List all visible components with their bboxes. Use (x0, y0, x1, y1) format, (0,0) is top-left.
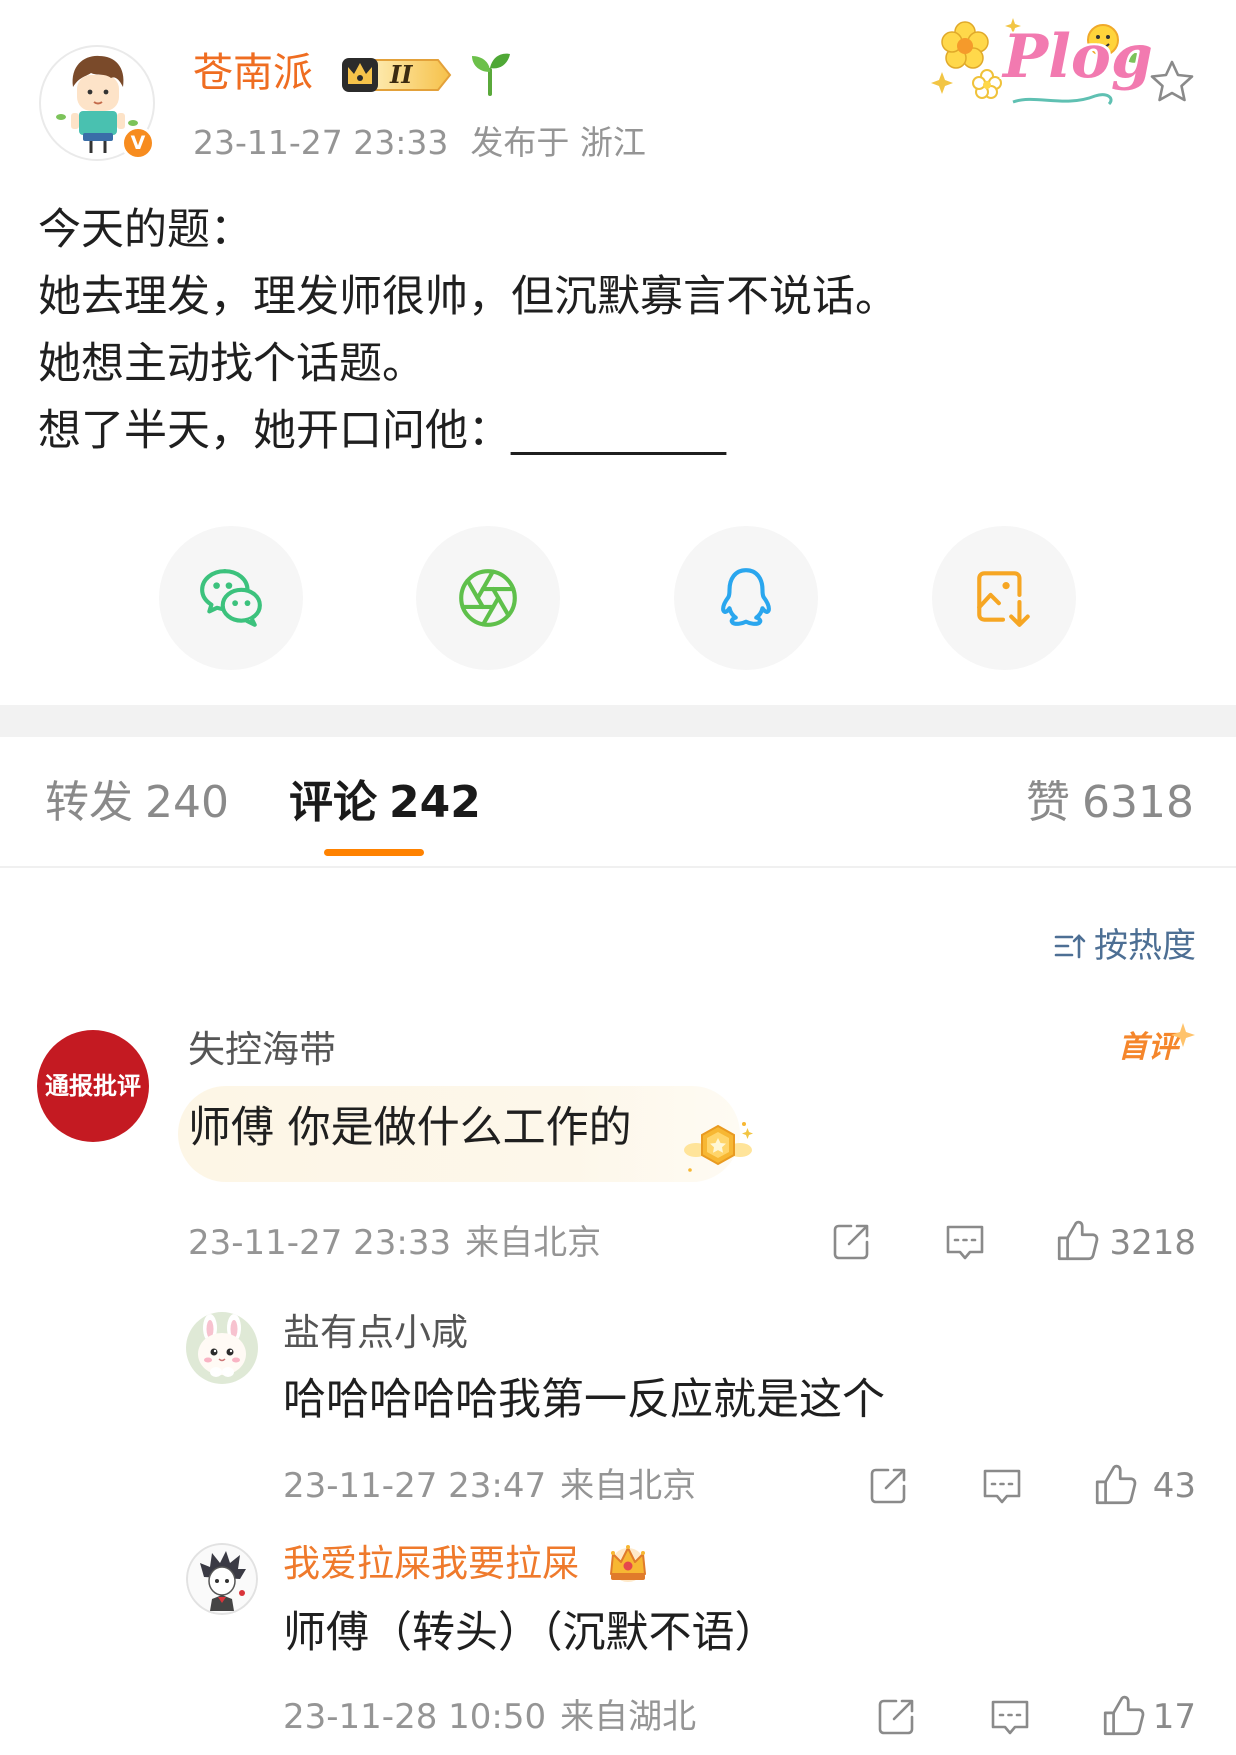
reply-time: 23-11-27 23:47 (283, 1466, 547, 1506)
moments-icon (459, 569, 517, 627)
bunny-avatar-icon (186, 1312, 258, 1384)
active-tab-indicator (324, 849, 424, 856)
like-button[interactable] (1054, 1218, 1100, 1264)
forward-icon (833, 1224, 869, 1260)
crown-icon (605, 1540, 651, 1586)
reply-text: 哈哈哈哈哈我第一反应就是这个 (283, 1375, 885, 1425)
medal-icon (682, 1112, 754, 1178)
tab-repost[interactable]: 转发 240 (45, 777, 229, 829)
comment-icon (991, 1700, 1029, 1735)
first-comment-badge: 首评 (1112, 1022, 1196, 1072)
like-count[interactable]: 43 (1153, 1466, 1196, 1506)
forward-button[interactable] (829, 1220, 873, 1264)
tab-like-count: 6318 (1082, 777, 1194, 828)
reply-button[interactable] (943, 1220, 987, 1264)
share-moments-button[interactable] (416, 526, 560, 670)
reply-text: 师傅（转头）（沉默不语） (283, 1608, 778, 1658)
avatar-text: 通报批评 (45, 1072, 141, 1100)
star-icon (1150, 60, 1194, 102)
comment-text: 师傅 你是做什么工作的 (188, 1103, 632, 1153)
comment-source: 来自北京 (465, 1223, 602, 1263)
comment-icon (983, 1469, 1021, 1504)
reply-avatar[interactable] (186, 1312, 258, 1384)
tab-comment-count: 242 (389, 777, 481, 828)
level-text: II (390, 60, 413, 89)
reply-meta: 23-11-27 23:47 来自北京 (283, 1466, 696, 1506)
like-button[interactable] (1100, 1693, 1146, 1739)
reply-source: 来自湖北 (560, 1697, 697, 1737)
post-meta: 23-11-27 23:33 发布于 浙江 (193, 123, 646, 163)
sort-icon (1054, 934, 1086, 959)
like-button[interactable] (1092, 1462, 1138, 1508)
save-image-icon (977, 571, 1030, 627)
post-location: 发布于 浙江 (470, 123, 646, 162)
comment-icon (946, 1225, 984, 1260)
forward-icon (870, 1468, 906, 1504)
qq-icon (721, 568, 771, 626)
commenter-avatar[interactable]: 通报批评 (37, 1030, 149, 1142)
post-line: 今天的题： (38, 205, 253, 255)
sort-label: 按热度 (1094, 926, 1196, 966)
tab-comment[interactable]: 评论 242 (289, 777, 481, 829)
sparkle-icon (1171, 1023, 1195, 1047)
plog-text: Plog (1003, 22, 1153, 92)
reply-user-name[interactable]: 我爱拉屎我要拉屎 (283, 1542, 579, 1586)
tab-comment-label: 评论 (289, 777, 377, 828)
post-line: 想了半天，她开口问他：__________ (38, 406, 726, 456)
share-wechat-button[interactable] (159, 526, 303, 670)
like-icon (1095, 1464, 1137, 1505)
reply-source: 来自北京 (560, 1466, 697, 1506)
reply-button[interactable] (988, 1695, 1032, 1739)
commenter-name[interactable]: 失控海带 (188, 1028, 336, 1072)
like-icon (1057, 1220, 1099, 1261)
first-comment-label: 首评 (1118, 1030, 1178, 1065)
reply-time: 23-11-28 10:50 (283, 1697, 547, 1737)
post-text: 今天的题： 她去理发，理发师很帅，但沉默寡言不说话。 她想主动找个话题。 想了半… (38, 197, 898, 465)
favorite-button[interactable] (1148, 58, 1196, 106)
sort-button[interactable]: 按热度 (1052, 926, 1196, 966)
verified-badge: V (121, 126, 155, 160)
level-crown-badge[interactable]: II (340, 54, 456, 96)
like-count[interactable]: 17 (1153, 1697, 1196, 1737)
reply-user-name[interactable]: 盐有点小咸 (283, 1311, 468, 1355)
author-name[interactable]: 苍南派 (193, 49, 313, 97)
reply-avatar[interactable] (186, 1543, 258, 1615)
tab-like-label: 赞 (1026, 777, 1071, 828)
plog-sticker: Plog (925, 10, 1153, 115)
reply-button[interactable] (980, 1464, 1024, 1508)
post-line: 她去理发，理发师很帅，但沉默寡言不说话。 (38, 272, 898, 322)
forward-icon (878, 1699, 914, 1735)
post-line: 她想主动找个话题。 (38, 339, 425, 389)
anime-avatar-icon (186, 1543, 258, 1615)
like-icon (1103, 1695, 1145, 1736)
forward-button[interactable] (866, 1464, 910, 1508)
reply-meta: 23-11-28 10:50 来自湖北 (283, 1697, 696, 1737)
save-image-button[interactable] (932, 526, 1076, 670)
forward-button[interactable] (874, 1695, 918, 1739)
tab-repost-count: 240 (145, 777, 229, 828)
share-qq-button[interactable] (674, 526, 818, 670)
comment-time: 23-11-27 23:33 (188, 1223, 452, 1263)
like-count[interactable]: 3218 (1109, 1223, 1196, 1263)
post-time: 23-11-27 23:33 (193, 123, 449, 162)
tab-repost-label: 转发 (45, 777, 133, 828)
wechat-icon (200, 569, 262, 627)
sprout-icon (468, 48, 512, 96)
tabs-divider (0, 866, 1236, 868)
comment-meta: 23-11-27 23:33 来自北京 (188, 1223, 601, 1263)
section-separator (0, 705, 1236, 737)
tab-like[interactable]: 赞 6318 (1026, 777, 1194, 829)
